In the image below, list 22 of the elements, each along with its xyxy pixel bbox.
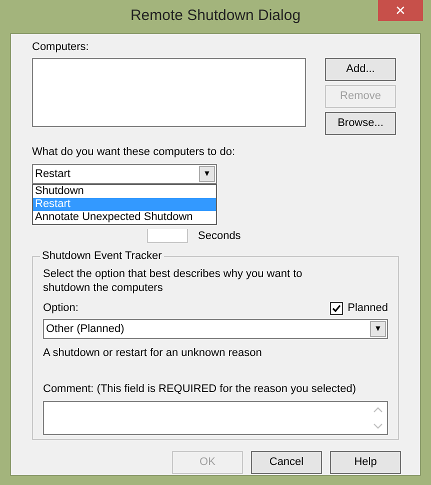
close-button[interactable]: ✕ (378, 0, 423, 21)
dialog-button[interactable]: Help (330, 451, 401, 474)
dropdown-option[interactable]: Shutdown (33, 185, 216, 198)
field-label: Computers: (32, 40, 90, 55)
comment-field[interactable] (43, 401, 388, 435)
window-title: Remote Shutdown Dialog (130, 6, 301, 26)
planned-checkbox[interactable] (330, 302, 343, 314)
reason-text: A shutdown or restart for an unknown reason (43, 346, 263, 361)
action-dropdown[interactable]: Restart ▼ (32, 164, 217, 184)
dialog-button[interactable]: Cancel (251, 451, 322, 474)
option-dropdown[interactable]: Other (Planned) ▼ (43, 319, 388, 339)
dropdown-option[interactable]: Annotate Unexpected Shutdown (33, 211, 216, 224)
field-label: Option: (43, 300, 78, 316)
description-text: Select the option that best describes why you want to shutdown the computers (43, 267, 304, 295)
seconds-field[interactable] (147, 229, 188, 243)
unit-label: Seconds (198, 228, 241, 244)
field-label: What do you want these computers to do: (32, 145, 236, 160)
dialog-button[interactable]: Browse... (325, 112, 396, 135)
field-label: Comment: (This field is REQUIRED for the reason you selected) (43, 382, 358, 396)
checkbox-label: Planned (348, 300, 388, 316)
computers-list[interactable] (32, 58, 306, 127)
dialog-button[interactable]: Add... (325, 58, 396, 81)
